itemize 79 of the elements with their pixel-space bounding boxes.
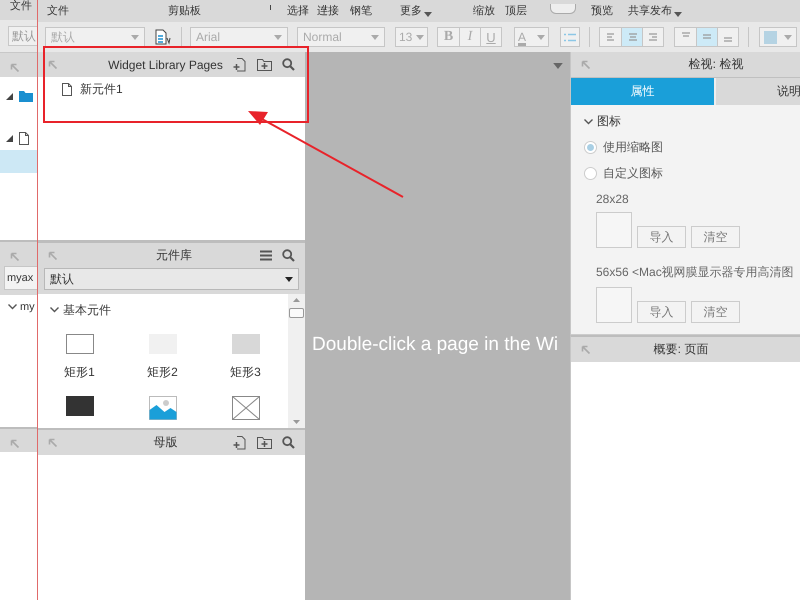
panel-title: Widget Library Pages xyxy=(107,58,223,72)
placeholder-widget-icon[interactable] xyxy=(232,396,260,420)
toolbar-button[interactable]: 缩放 xyxy=(473,5,495,17)
scroll-down-icon[interactable] xyxy=(293,420,300,424)
expand-icon[interactable] xyxy=(6,135,13,142)
toggle-switch[interactable] xyxy=(550,4,576,14)
canvas-hint: Double-click a page in the Wi xyxy=(312,334,558,356)
pin-icon[interactable] xyxy=(10,63,20,73)
import-button[interactable]: 导入 xyxy=(637,226,686,248)
toolbar-button[interactable]: 发布 xyxy=(650,5,672,17)
toolbar-button[interactable]: 顶层 xyxy=(505,5,527,17)
pin-icon[interactable] xyxy=(10,252,20,262)
toolbar-button[interactable]: 选择 xyxy=(287,5,309,17)
panel-title: 母版 xyxy=(152,434,178,451)
widget-label: 矩形1 xyxy=(64,364,95,381)
scroll-thumb[interactable] xyxy=(289,308,304,318)
chevron-down-icon[interactable] xyxy=(584,118,593,124)
page-icon xyxy=(19,132,29,145)
toolbar-button[interactable]: 剪贴板 xyxy=(168,5,201,17)
widget-label: 矩形2 xyxy=(147,364,178,381)
pin-icon[interactable] xyxy=(48,60,58,70)
pin-icon[interactable] xyxy=(581,344,591,354)
page-icon xyxy=(62,83,72,96)
icon-preview xyxy=(596,287,632,323)
import-button[interactable]: 导入 xyxy=(637,301,686,323)
color-swatch xyxy=(764,30,777,44)
panel-title: 概要: 页面 xyxy=(652,341,710,358)
toolbar-button[interactable]: 钢笔 xyxy=(350,5,372,17)
search-icon[interactable] xyxy=(282,436,295,449)
folder-icon xyxy=(19,91,33,102)
text-align-icon xyxy=(605,32,616,42)
style-edit-icon[interactable] xyxy=(155,29,171,45)
image-widget-icon[interactable] xyxy=(148,396,176,420)
bullet-list-button[interactable] xyxy=(560,27,580,47)
pin-icon[interactable] xyxy=(48,438,58,448)
widget-label: 矩形3 xyxy=(230,364,261,381)
add-page-icon[interactable] xyxy=(233,57,247,72)
page-item[interactable]: 新元件1 xyxy=(80,81,123,98)
search-icon[interactable] xyxy=(282,249,295,262)
text-align-icon xyxy=(626,32,638,42)
radio-label[interactable]: 自定义图标 xyxy=(603,165,663,182)
scrollbar[interactable] xyxy=(288,294,305,428)
fill-color-button[interactable] xyxy=(759,27,797,47)
search-icon[interactable] xyxy=(282,58,295,71)
text-align-icon xyxy=(648,32,658,42)
library-dropdown[interactable]: 默认 xyxy=(44,268,299,290)
add-folder-icon[interactable] xyxy=(257,58,272,71)
menu-icon[interactable] xyxy=(260,250,272,261)
section-title[interactable]: 图标 xyxy=(597,113,621,130)
toolbar-button[interactable]: 更多 xyxy=(400,5,422,17)
library-field[interactable]: myax xyxy=(4,266,37,290)
radio-button[interactable] xyxy=(584,167,597,180)
scroll-up-icon[interactable] xyxy=(293,298,300,302)
panel-title: 检视: 检视 xyxy=(688,56,744,73)
icon-preview xyxy=(596,212,632,248)
rectangle-widget-icon[interactable] xyxy=(66,334,94,354)
icon-size-label: 56x56 <Mac视网膜显示器专用高清图 xyxy=(596,264,795,281)
group-title[interactable]: 基本元件 xyxy=(63,302,111,318)
clear-button[interactable]: 清空 xyxy=(691,226,740,248)
pin-icon[interactable] xyxy=(10,439,20,449)
toolbar-button[interactable]: 文件 xyxy=(47,5,69,17)
library-item[interactable]: my xyxy=(20,301,35,313)
chevron-down-icon[interactable] xyxy=(50,307,59,313)
add-page-icon[interactable] xyxy=(233,435,247,450)
menu-label[interactable]: 文件 xyxy=(10,0,32,12)
pin-icon[interactable] xyxy=(581,60,591,70)
add-folder-icon[interactable] xyxy=(257,436,272,449)
radio-button[interactable] xyxy=(584,141,597,154)
clear-button[interactable]: 清空 xyxy=(691,301,740,323)
icon-size-label: 28x28 xyxy=(596,192,630,206)
radio-label[interactable]: 使用缩略图 xyxy=(603,139,663,156)
toolbar-button[interactable]: 连接 xyxy=(317,5,339,17)
pin-icon[interactable] xyxy=(48,250,58,260)
caret-icon[interactable] xyxy=(285,276,293,282)
toolbar-button[interactable]: 预览 xyxy=(591,5,613,17)
panel-title: 元件库 xyxy=(155,247,193,264)
toolbar-button[interactable]: 共享 xyxy=(628,5,650,17)
bullet-list-icon xyxy=(564,32,576,42)
chevron-down-icon[interactable] xyxy=(8,304,17,310)
